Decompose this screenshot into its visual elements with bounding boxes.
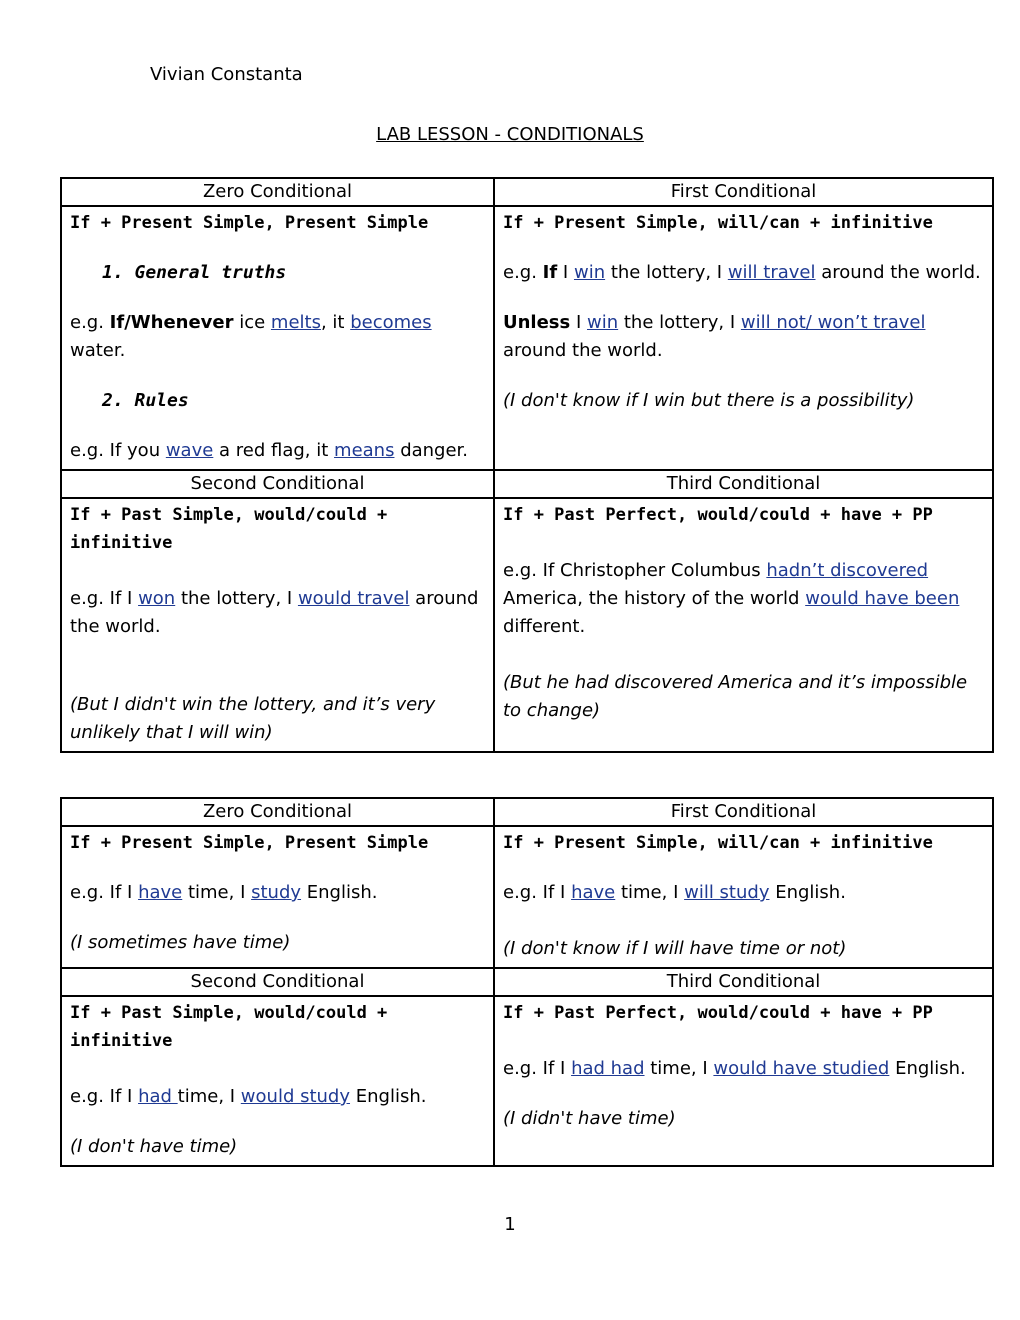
zero-subheading-general-truths: 1. General truths bbox=[102, 262, 287, 283]
first-example-1: e.g. If I win the lottery, I will travel… bbox=[503, 262, 981, 283]
third-formula: If + Past Perfect, would/could + have + … bbox=[503, 505, 933, 525]
second-conditional-header: Second Conditional bbox=[60, 967, 495, 997]
verb-link: study bbox=[251, 882, 302, 903]
verb-link: have bbox=[571, 882, 616, 903]
third-conditional-cell: If + Past Perfect, would/could + have + … bbox=[493, 497, 994, 753]
verb-link: hadn’t discovered bbox=[766, 560, 929, 581]
verb-link: win bbox=[587, 312, 619, 333]
second-example: e.g. If I had time, I would study Englis… bbox=[70, 1086, 427, 1107]
third-formula: If + Past Perfect, would/could + have + … bbox=[503, 1003, 933, 1023]
third-note: (I didn't have time) bbox=[503, 1108, 676, 1129]
first-formula: If + Present Simple, will/can + infiniti… bbox=[503, 833, 933, 853]
third-example: e.g. If I had had time, I would have stu… bbox=[503, 1058, 966, 1079]
zero-subheading-rules: 2. Rules bbox=[102, 390, 189, 411]
verb-link: will travel bbox=[727, 262, 816, 283]
verb-link: win bbox=[573, 262, 606, 283]
second-formula: If + Past Simple, would/could + infiniti… bbox=[70, 1003, 388, 1051]
verb-link: will not/ won’t travel bbox=[740, 312, 926, 333]
second-conditional-header: Second Conditional bbox=[60, 469, 495, 499]
first-conditional-header: First Conditional bbox=[493, 177, 994, 207]
verb-link: wave bbox=[165, 440, 214, 461]
verb-link: would travel bbox=[297, 588, 410, 609]
first-conditional-cell: If + Present Simple, will/can + infiniti… bbox=[493, 825, 994, 969]
third-conditional-header: Third Conditional bbox=[493, 967, 994, 997]
first-example-2: Unless I win the lottery, I will not/ wo… bbox=[503, 312, 926, 361]
verb-link: melts bbox=[270, 312, 321, 333]
zero-formula: If + Present Simple, Present Simple bbox=[70, 213, 429, 233]
conditionals-table-2: Zero Conditional First Conditional If + … bbox=[60, 797, 994, 1167]
second-example: e.g. If I won the lottery, I would trave… bbox=[70, 588, 479, 637]
verb-link: won bbox=[138, 588, 176, 609]
verb-link: would study bbox=[240, 1086, 351, 1107]
second-note: (But I didn't win the lottery, and it’s … bbox=[70, 694, 436, 743]
second-conditional-cell: If + Past Simple, would/could + infiniti… bbox=[60, 497, 495, 753]
verb-link: means bbox=[334, 440, 395, 461]
zero-example-2: e.g. If you wave a red flag, it means da… bbox=[70, 440, 469, 461]
verb-link: have bbox=[138, 882, 183, 903]
third-note: (But he had discovered America and it’s … bbox=[503, 672, 968, 721]
first-conditional-header: First Conditional bbox=[493, 797, 994, 827]
first-conditional-cell: If + Present Simple, will/can + infiniti… bbox=[493, 205, 994, 471]
zero-note: (I sometimes have time) bbox=[70, 932, 291, 953]
verb-link: would have studied bbox=[713, 1058, 890, 1079]
zero-conditional-cell: If + Present Simple, Present Simple 1. G… bbox=[60, 205, 495, 471]
zero-example: e.g. If I have time, I study English. bbox=[70, 882, 378, 903]
second-formula: If + Past Simple, would/could + infiniti… bbox=[70, 505, 388, 553]
zero-conditional-header: Zero Conditional bbox=[60, 797, 495, 827]
zero-example-1: e.g. If/Whenever ice melts, it becomes w… bbox=[70, 312, 432, 361]
author-name: Vivian Constanta bbox=[150, 64, 303, 85]
third-example: e.g. If Christopher Columbus hadn’t disc… bbox=[503, 560, 960, 637]
page-number: 1 bbox=[504, 1214, 516, 1235]
first-note: (I don't know if I will have time or not… bbox=[503, 938, 847, 959]
third-conditional-header: Third Conditional bbox=[493, 469, 994, 499]
second-note: (I don't have time) bbox=[70, 1136, 238, 1157]
first-note: (I don't know if I win but there is a po… bbox=[503, 390, 915, 411]
first-example: e.g. If I have time, I will study Englis… bbox=[503, 882, 846, 903]
verb-link: becomes bbox=[350, 312, 432, 333]
first-formula: If + Present Simple, will/can + infiniti… bbox=[503, 213, 933, 233]
verb-link: would have been bbox=[805, 588, 960, 609]
verb-link: had bbox=[138, 1086, 178, 1107]
verb-link: will study bbox=[684, 882, 770, 903]
zero-formula: If + Present Simple, Present Simple bbox=[70, 833, 429, 853]
document-title: LAB LESSON - CONDITIONALS bbox=[376, 124, 644, 145]
second-conditional-cell: If + Past Simple, would/could + infiniti… bbox=[60, 995, 495, 1167]
zero-conditional-header: Zero Conditional bbox=[60, 177, 495, 207]
zero-conditional-cell: If + Present Simple, Present Simple e.g.… bbox=[60, 825, 495, 969]
conditionals-table-1: Zero Conditional First Conditional If + … bbox=[60, 177, 994, 753]
third-conditional-cell: If + Past Perfect, would/could + have + … bbox=[493, 995, 994, 1167]
verb-link: had had bbox=[571, 1058, 645, 1079]
